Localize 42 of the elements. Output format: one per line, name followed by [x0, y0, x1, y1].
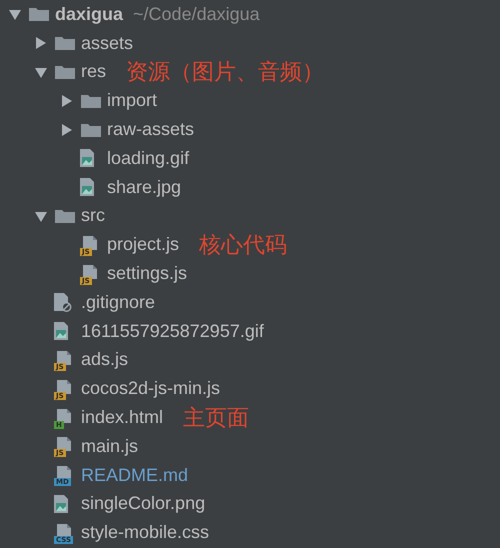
- folder-icon: [54, 34, 76, 52]
- image-file-icon: [80, 149, 94, 168]
- expand-arrow-icon[interactable]: [60, 94, 74, 108]
- file-name[interactable]: index.html: [81, 407, 164, 428]
- file-name[interactable]: README.md: [81, 464, 188, 486]
- file-name[interactable]: raw-assets: [107, 119, 194, 140]
- document-icon: [57, 524, 71, 538]
- file-name[interactable]: style-mobile.css: [81, 522, 210, 544]
- file-name[interactable]: .gitignore: [81, 292, 156, 313]
- collapse-arrow-icon[interactable]: [8, 7, 22, 22]
- file-name[interactable]: project.js: [107, 234, 180, 256]
- document-icon: [57, 350, 71, 365]
- annotation-text: 核心代码: [199, 232, 288, 260]
- expand-arrow-icon[interactable]: [60, 122, 74, 137]
- document-icon: [57, 466, 71, 480]
- file-name[interactable]: singleColor.png: [81, 493, 206, 514]
- file-name[interactable]: src: [81, 205, 105, 226]
- file-name[interactable]: import: [107, 90, 158, 112]
- project-path: ~/Code/daxigua: [133, 4, 260, 25]
- file-name[interactable]: res: [81, 61, 106, 82]
- file-name[interactable]: main.js: [81, 436, 138, 457]
- annotation-text: 主页面: [183, 404, 250, 433]
- file-name[interactable]: share.jpg: [107, 176, 182, 198]
- document-icon: [57, 437, 71, 452]
- expand-arrow-icon[interactable]: [34, 36, 48, 50]
- file-name[interactable]: assets: [81, 32, 134, 54]
- file-name[interactable]: loading.gif: [107, 148, 190, 169]
- document-icon: [57, 380, 71, 394]
- document-icon: [57, 408, 71, 423]
- image-file-icon: [54, 322, 68, 340]
- image-file-icon: [80, 178, 94, 196]
- folder-icon: [28, 5, 50, 24]
- document-icon: [83, 264, 97, 279]
- image-file-icon: [54, 494, 68, 513]
- file-name[interactable]: 1611557925872957.gif: [81, 320, 264, 342]
- file-name[interactable]: ads.js: [81, 349, 128, 370]
- annotation-text: 资源（图片、音频）: [126, 59, 324, 87]
- document-icon: [83, 236, 97, 250]
- ignored-file-icon: [54, 292, 72, 312]
- file-name[interactable]: cocos2d-js-min.js: [81, 378, 220, 400]
- file-name[interactable]: daxigua: [55, 4, 124, 25]
- file-name[interactable]: settings.js: [107, 263, 188, 284]
